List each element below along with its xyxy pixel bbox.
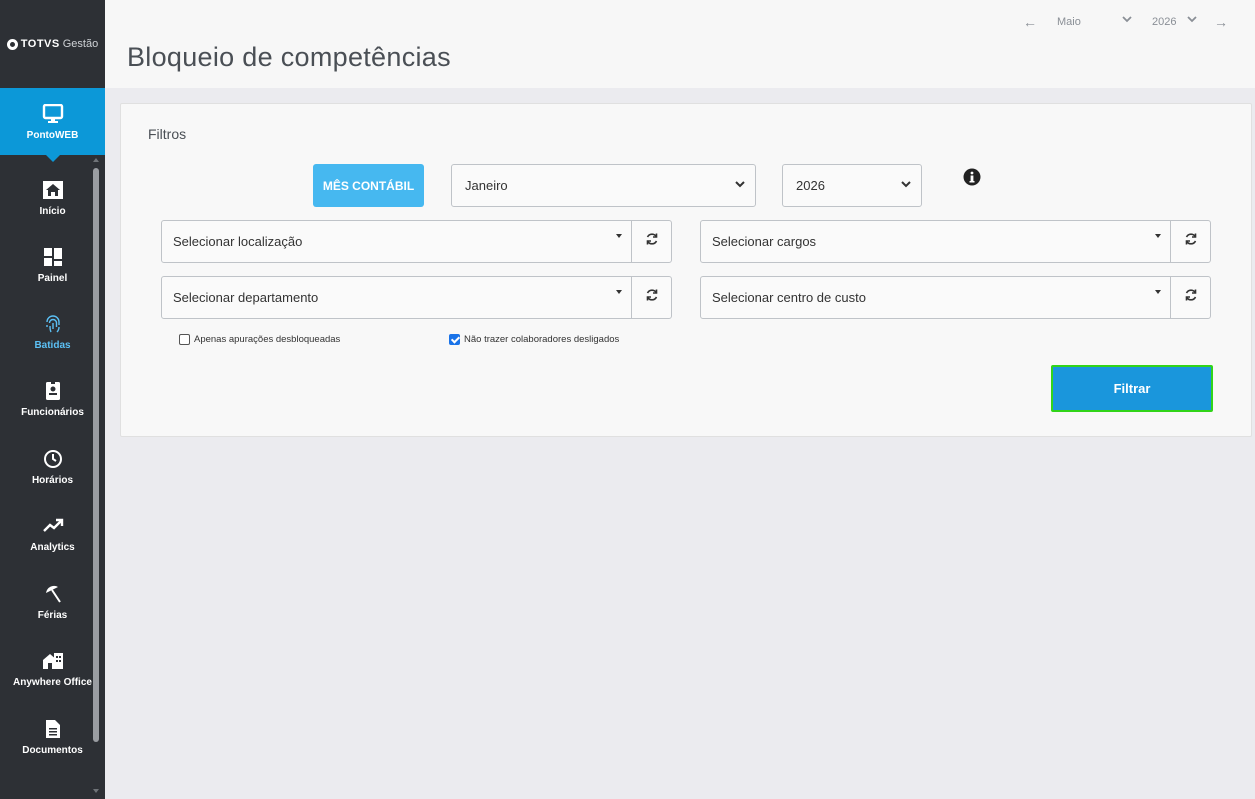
id-badge-icon: [42, 380, 64, 402]
chevron-down-icon[interactable]: [1122, 14, 1132, 27]
filters-title: Filtros: [148, 126, 187, 142]
period-selector: ← Maio 2026 →: [105, 13, 1255, 33]
monitor-icon: [42, 103, 64, 125]
sidebar-item-analytics[interactable]: Analytics: [0, 500, 105, 567]
caret-down-icon: [1155, 234, 1161, 238]
caret-down-icon: [616, 290, 622, 294]
sidebar-item-label: Horários: [31, 474, 74, 486]
fingerprint-icon: [42, 313, 64, 335]
sidebar-item-documentos[interactable]: Documentos: [0, 703, 105, 770]
refresh-icon: [1184, 232, 1198, 251]
refresh-icon: [645, 232, 659, 251]
sidebar-item-funcionarios[interactable]: Funcionários: [0, 365, 105, 432]
sidebar-item-label: Funcionários: [21, 406, 84, 418]
sidebar-item-batidas[interactable]: Batidas: [0, 298, 105, 365]
localizacao-placeholder: Selecionar localização: [173, 234, 303, 249]
caret-down-icon: [616, 234, 622, 238]
unlocked-only-label: Apenas apurações desbloqueadas: [194, 334, 341, 345]
sidebar-item-more[interactable]: [0, 770, 105, 799]
filters-panel: Filtros MÊS CONTÁBIL Janeiro 2026 Seleci…: [120, 103, 1252, 437]
house-office-icon: [42, 650, 64, 672]
chevron-down-icon[interactable]: [1187, 14, 1197, 27]
checkbox-unchecked[interactable]: [179, 334, 190, 345]
localizacao-refresh-button[interactable]: [631, 220, 672, 263]
refresh-icon: [1184, 288, 1198, 307]
cargos-refresh-button[interactable]: [1170, 220, 1211, 263]
departamento-dropdown[interactable]: Selecionar departamento: [161, 276, 632, 319]
sidebar-item-anywhere-office[interactable]: Anywhere Office: [0, 635, 105, 702]
refresh-icon: [645, 288, 659, 307]
localizacao-dropdown[interactable]: Selecionar localização: [161, 220, 632, 263]
unlocked-only-checkbox[interactable]: Apenas apurações desbloqueadas: [179, 334, 340, 345]
sidebar-item-label: Início: [39, 205, 66, 217]
sidebar: TOTVS Gestão PontoWEB Início Painel Bati…: [0, 0, 105, 799]
sidebar-scrollbar[interactable]: [93, 168, 99, 742]
month-select[interactable]: Janeiro: [451, 164, 756, 207]
centro-custo-refresh-button[interactable]: [1170, 276, 1211, 319]
sidebar-item-horarios[interactable]: Horários: [0, 433, 105, 500]
sidebar-item-label: Férias: [37, 609, 68, 621]
sidebar-item-label: Documentos: [22, 744, 83, 756]
sidebar-item-label: Analytics: [30, 541, 75, 553]
centro-custo-dropdown[interactable]: Selecionar centro de custo: [700, 276, 1171, 319]
clock-icon: [42, 448, 64, 470]
logo-brand: TOTVS: [20, 38, 60, 50]
page-header: Bloqueio de competências ← Maio 2026 →: [105, 0, 1255, 88]
centro-custo-placeholder: Selecionar centro de custo: [712, 290, 866, 305]
logo-product: Gestão: [62, 38, 99, 50]
logo-mark-icon: [6, 38, 18, 50]
page-title: Bloqueio de competências: [127, 42, 451, 72]
mes-contabil-button[interactable]: MÊS CONTÁBIL: [313, 164, 424, 207]
umbrella-beach-icon: [42, 583, 64, 605]
chevron-down-icon: [900, 178, 912, 190]
period-month[interactable]: Maio: [1057, 16, 1081, 28]
month-select-value: Janeiro: [465, 178, 508, 193]
truck-icon: [42, 790, 64, 799]
caret-down-icon: [1155, 290, 1161, 294]
scroll-down-arrow-icon[interactable]: [93, 789, 99, 793]
exclude-dismissed-checkbox[interactable]: Não trazer colaboradores desligados: [449, 334, 619, 345]
sidebar-item-label: Batidas: [34, 339, 71, 351]
sidebar-item-ferias[interactable]: Férias: [0, 568, 105, 635]
departamento-refresh-button[interactable]: [631, 276, 672, 319]
totvs-logo[interactable]: TOTVS Gestão: [0, 0, 105, 88]
year-select[interactable]: 2026: [782, 164, 922, 207]
trend-up-icon: [42, 515, 64, 537]
previous-period-arrow-icon[interactable]: ←: [1023, 14, 1037, 30]
cargos-dropdown[interactable]: Selecionar cargos: [700, 220, 1171, 263]
departamento-placeholder: Selecionar departamento: [173, 290, 319, 305]
sidebar-item-pontoweb[interactable]: PontoWEB: [0, 88, 105, 162]
info-icon[interactable]: [963, 168, 981, 186]
filtrar-button[interactable]: Filtrar: [1051, 365, 1213, 412]
next-period-arrow-icon[interactable]: →: [1214, 14, 1228, 30]
sidebar-item-label: Anywhere Office: [13, 676, 92, 688]
checkbox-checked[interactable]: [449, 334, 460, 345]
year-select-value: 2026: [796, 178, 825, 193]
scroll-up-arrow-icon[interactable]: [93, 158, 99, 162]
sidebar-item-label: Painel: [37, 272, 68, 284]
exclude-dismissed-label: Não trazer colaboradores desligados: [464, 334, 620, 345]
document-icon: [42, 718, 64, 740]
cargos-placeholder: Selecionar cargos: [712, 234, 817, 249]
sidebar-item-painel[interactable]: Painel: [0, 231, 105, 298]
chevron-down-icon: [734, 178, 746, 190]
sidebar-item-inicio[interactable]: Início: [0, 164, 105, 231]
home-icon: [42, 179, 64, 201]
period-year[interactable]: 2026: [1152, 16, 1176, 28]
dashboard-icon: [42, 246, 64, 268]
sidebar-item-label: PontoWEB: [26, 129, 79, 141]
